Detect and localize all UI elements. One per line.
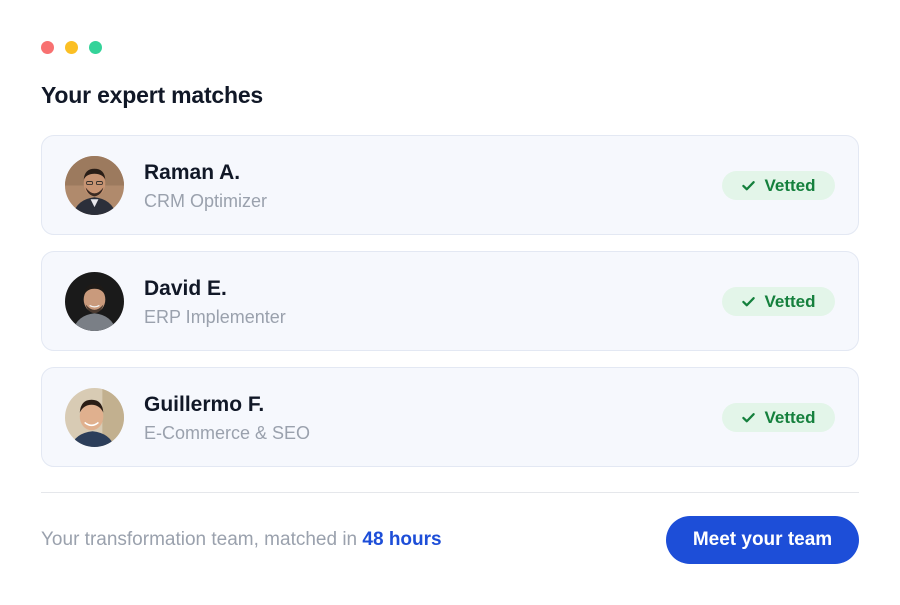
vetted-badge: Vetted	[722, 287, 835, 316]
meet-your-team-button[interactable]: Meet your team	[666, 516, 859, 564]
check-icon	[742, 413, 756, 423]
maximize-dot[interactable]	[89, 41, 102, 54]
expert-list: Raman A. CRM Optimizer Vetted David E. E…	[41, 135, 859, 483]
avatar	[65, 388, 124, 447]
check-icon	[742, 181, 756, 191]
expert-card[interactable]: Raman A. CRM Optimizer Vetted	[41, 135, 859, 235]
avatar	[65, 272, 124, 331]
match-time-highlight: 48 hours	[362, 529, 442, 550]
expert-name: Guillermo F.	[144, 393, 265, 416]
expert-card[interactable]: David E. ERP Implementer Vetted	[41, 251, 859, 351]
vetted-badge: Vetted	[722, 171, 835, 200]
badge-label: Vetted	[764, 175, 816, 195]
window-controls	[41, 41, 102, 54]
expert-card[interactable]: Guillermo F. E-Commerce & SEO Vetted	[41, 367, 859, 467]
expert-role: E-Commerce & SEO	[144, 423, 311, 443]
expert-role: ERP Implementer	[144, 307, 286, 327]
match-summary-prefix: Your transformation team, matched in	[41, 529, 363, 550]
divider	[41, 492, 859, 493]
match-summary: Your transformation team, matched in 48 …	[41, 529, 442, 551]
close-dot[interactable]	[41, 41, 54, 54]
badge-label: Vetted	[764, 407, 816, 427]
check-icon	[742, 297, 756, 307]
expert-name: David E.	[144, 277, 227, 300]
vetted-badge: Vetted	[722, 403, 835, 432]
badge-label: Vetted	[764, 291, 816, 311]
expert-name: Raman A.	[144, 161, 241, 184]
expert-role: CRM Optimizer	[144, 191, 268, 211]
minimize-dot[interactable]	[65, 41, 78, 54]
page-title: Your expert matches	[41, 82, 264, 108]
avatar	[65, 156, 124, 215]
